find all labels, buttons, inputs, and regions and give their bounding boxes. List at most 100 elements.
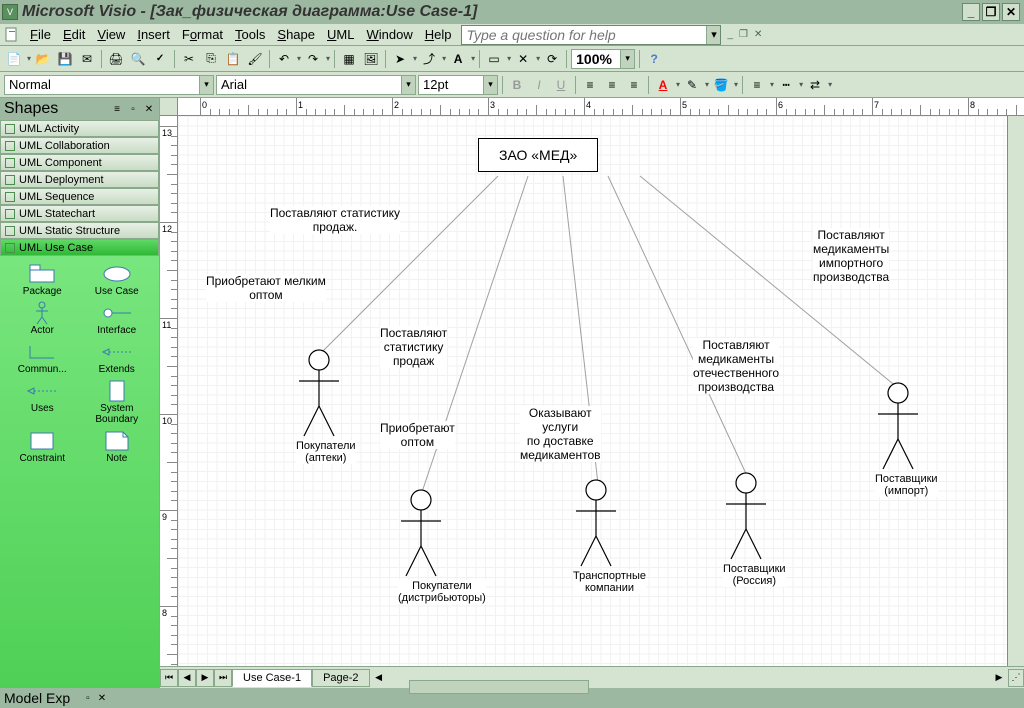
rectangle-tool-button[interactable]: ▭ [484, 49, 504, 69]
print-preview-button[interactable]: 🔍 [128, 49, 148, 69]
font-color-button[interactable]: A [653, 75, 673, 95]
document-icon[interactable] [4, 27, 20, 43]
line-pattern-button[interactable]: ┅ [776, 75, 796, 95]
help-search-dropdown[interactable]: ▾ [706, 26, 720, 44]
line-ends-button[interactable]: ⇄ [805, 75, 825, 95]
shape-communicates[interactable]: Commun... [6, 340, 79, 377]
model-exp-close-icon[interactable]: ✕ [98, 693, 106, 704]
label-wholesale[interactable]: Приобретают оптом [380, 421, 455, 449]
copy-button[interactable]: ⎘ [201, 49, 221, 69]
format-painter-button[interactable]: 🖌 [245, 49, 265, 69]
menu-help[interactable]: Help [419, 25, 458, 44]
shape-package[interactable]: Package [6, 262, 79, 299]
stencil-uml-activity[interactable]: UML Activity [0, 120, 159, 137]
shape-use-case[interactable]: Use Case [81, 262, 154, 299]
pointer-tool-button[interactable]: ➤ [390, 49, 410, 69]
actor-transport[interactable]: Транспортные компании [573, 478, 646, 594]
cut-button[interactable]: ✂ [179, 49, 199, 69]
maximize-button[interactable]: ❐ [982, 3, 1000, 21]
print-button[interactable]: 🖨 [106, 49, 126, 69]
align-center-button[interactable]: ≡ [602, 75, 622, 95]
last-page-button[interactable]: ⏭ [214, 669, 232, 687]
shape-system-boundary[interactable]: System Boundary [81, 379, 154, 427]
shapes-window-button[interactable]: ▦ [339, 49, 359, 69]
spelling-button[interactable]: ✓ [150, 49, 170, 69]
label-stat-sales-2[interactable]: Поставляют статистику продаж [380, 326, 447, 368]
line-weight-button[interactable]: ≡ [747, 75, 767, 95]
font-size-dropdown[interactable]: ▾ [483, 76, 497, 94]
shape-note[interactable]: Note [81, 429, 154, 466]
actor-pharmacies[interactable]: Покупатели (аптеки) [296, 348, 356, 464]
label-small-wholesale[interactable]: Приобретают мелким оптом [206, 274, 326, 302]
stencil-uml-use-case[interactable]: UML Use Case [0, 239, 159, 256]
doc-close-button[interactable]: ✕ [754, 29, 762, 40]
close-button[interactable]: ✕ [1002, 3, 1020, 21]
shape-interface[interactable]: Interface [81, 301, 154, 338]
actor-distributors[interactable]: Покупатели (дистрибьюторы) [398, 488, 486, 604]
label-delivery-services[interactable]: Оказывают услуги по доставке медикаменто… [520, 406, 601, 462]
doc-minimize-button[interactable]: _ [727, 29, 733, 40]
menu-shape[interactable]: Shape [271, 25, 321, 44]
drawing-canvas[interactable]: ЗАО «МЕД» Поставляют статистику продаж. … [178, 116, 1008, 666]
connection-point-button[interactable]: ✕ [513, 49, 533, 69]
new-button[interactable]: 📄 [4, 49, 24, 69]
stencil-uml-deployment[interactable]: UML Deployment [0, 171, 159, 188]
menu-format[interactable]: Format [176, 25, 229, 44]
menu-uml[interactable]: UML [321, 25, 360, 44]
paste-button[interactable]: 📋 [223, 49, 243, 69]
fill-color-button[interactable]: 🪣 [711, 75, 731, 95]
undo-button[interactable]: ↶ [274, 49, 294, 69]
shape-extends[interactable]: Extends [81, 340, 154, 377]
vertical-scrollbar[interactable] [1008, 116, 1024, 666]
stencil-uml-collaboration[interactable]: UML Collaboration [0, 137, 159, 154]
menu-insert[interactable]: Insert [131, 25, 176, 44]
next-page-button[interactable]: ▶ [196, 669, 214, 687]
rotate-button[interactable]: ⟳ [542, 49, 562, 69]
menu-file[interactable]: File [24, 25, 57, 44]
menu-tools[interactable]: Tools [229, 25, 271, 44]
stencil-uml-statechart[interactable]: UML Statechart [0, 205, 159, 222]
stencil-uml-static-structure[interactable]: UML Static Structure [0, 222, 159, 239]
insert-picture-button[interactable]: 🖼 [361, 49, 381, 69]
page-tab-page-2[interactable]: Page-2 [312, 669, 369, 687]
zoom-dropdown[interactable]: ▾ [620, 50, 634, 68]
doc-restore-button[interactable]: ❐ [739, 29, 748, 40]
align-right-button[interactable]: ≡ [624, 75, 644, 95]
prev-page-button[interactable]: ◀ [178, 669, 196, 687]
model-explorer-label[interactable]: Model Exp [4, 690, 70, 706]
font-size-value[interactable]: 12pt [419, 77, 483, 92]
align-left-button[interactable]: ≡ [580, 75, 600, 95]
zoom-value[interactable]: 100% [572, 51, 620, 67]
text-tool-button[interactable]: A [448, 49, 468, 69]
style-combobox[interactable]: Normal ▾ [4, 75, 214, 95]
menu-view[interactable]: View [91, 25, 131, 44]
size-grip[interactable]: ⋰ [1008, 669, 1024, 687]
label-stat-sales-1[interactable]: Поставляют статистику продаж. [270, 206, 400, 234]
scroll-left-button[interactable]: ◀ [370, 669, 388, 687]
first-page-button[interactable]: ⏮ [160, 669, 178, 687]
page-tab-use-case-1[interactable]: Use Case-1 [232, 669, 312, 687]
actor-suppliers-import[interactable]: Поставщики (импорт) [875, 381, 938, 497]
font-dropdown[interactable]: ▾ [401, 76, 415, 94]
shape-uses[interactable]: Uses [6, 379, 79, 427]
stencil-uml-sequence[interactable]: UML Sequence [0, 188, 159, 205]
stencil-uml-component[interactable]: UML Component [0, 154, 159, 171]
redo-button[interactable]: ↷ [303, 49, 323, 69]
help-search-input[interactable] [462, 27, 706, 43]
style-dropdown[interactable]: ▾ [199, 76, 213, 94]
shapes-panel-options-icon[interactable]: ▫ [127, 103, 139, 115]
zoom-combobox[interactable]: 100% ▾ [571, 49, 635, 69]
shapes-panel-menu-icon[interactable]: ≡ [111, 103, 123, 115]
menu-edit[interactable]: Edit [57, 25, 91, 44]
font-size-combobox[interactable]: 12pt ▾ [418, 75, 498, 95]
italic-button[interactable]: I [529, 75, 549, 95]
font-combobox[interactable]: Arial ▾ [216, 75, 416, 95]
label-import-meds[interactable]: Поставляют медикаменты импортного произв… [813, 228, 889, 284]
bold-button[interactable]: B [507, 75, 527, 95]
scroll-right-button[interactable]: ▶ [990, 669, 1008, 687]
open-button[interactable]: 📂 [33, 49, 53, 69]
shapes-panel-close-icon[interactable]: ✕ [143, 103, 155, 115]
menu-window[interactable]: Window [360, 25, 418, 44]
help-search-box[interactable]: ▾ [461, 25, 721, 45]
underline-button[interactable]: U [551, 75, 571, 95]
